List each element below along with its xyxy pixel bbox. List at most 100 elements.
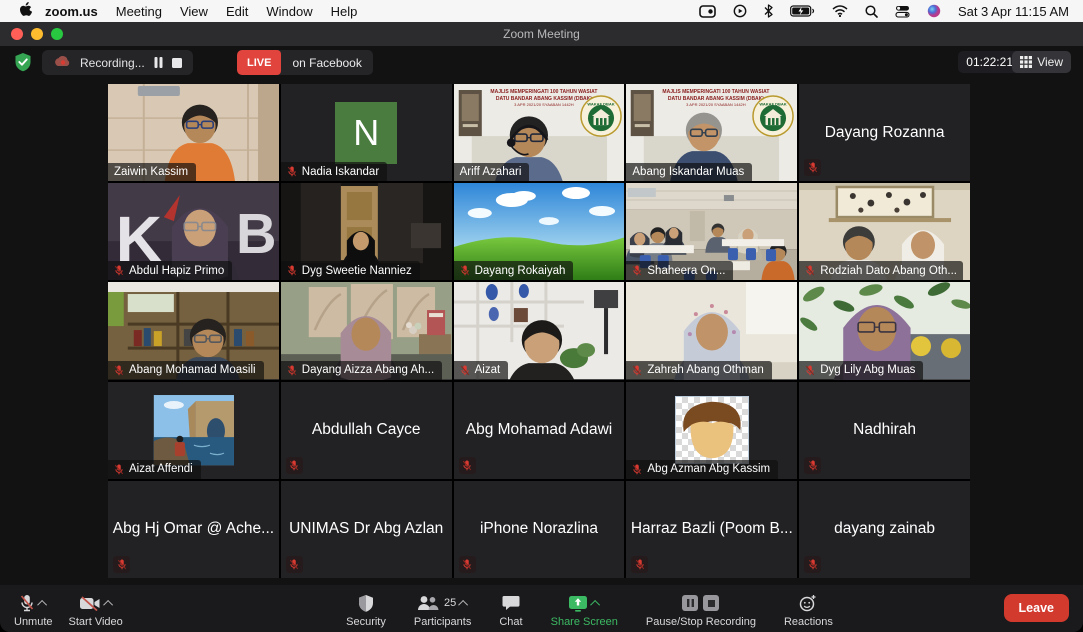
pause-recording-icon[interactable] <box>154 57 163 68</box>
mic-muted-icon <box>114 264 124 277</box>
menu-meeting[interactable]: Meeting <box>107 4 171 19</box>
reactions-button[interactable]: Reactions <box>784 593 833 628</box>
participant-nameplate: Rodziah Dato Abang Oth... <box>799 261 963 280</box>
control-center-icon[interactable] <box>895 5 910 18</box>
participant-name: Abg Hj Omar @ Ache... <box>108 481 279 578</box>
menubar-clock[interactable]: Sat 3 Apr 11:15 AM <box>958 4 1069 19</box>
encryption-shield-icon[interactable] <box>13 52 33 77</box>
menu-zoomus[interactable]: zoom.us <box>36 4 107 19</box>
live-indicator[interactable]: LIVE on Facebook <box>237 50 373 75</box>
view-button[interactable]: View <box>1012 51 1071 73</box>
participant-name: Aizat Affendi <box>129 463 193 475</box>
participants-options-chevron[interactable] <box>458 599 468 609</box>
mic-muted-icon <box>287 264 297 277</box>
participant-nameplate: Dayang Rokaiyah <box>454 261 574 280</box>
unmute-button[interactable]: Unmute <box>14 593 53 628</box>
participant-tile[interactable]: Dayang Rokaiyah <box>454 183 625 280</box>
participant-tile[interactable]: Dyg Lily Abg Muas <box>799 282 970 379</box>
svg-text:3 APR 2021/20 SYAABAN 1442H: 3 APR 2021/20 SYAABAN 1442H <box>687 102 747 107</box>
participant-tile[interactable]: dayang zainab <box>799 481 970 578</box>
svg-text:MAJLIS MEMPERINGATI 100 TAHUN: MAJLIS MEMPERINGATI 100 TAHUN WASIAT <box>490 89 597 95</box>
wifi-icon[interactable] <box>832 5 848 17</box>
svg-text:B: B <box>236 202 277 265</box>
participant-tile[interactable]: Abdullah Cayce <box>281 382 452 479</box>
screen-record-icon[interactable] <box>699 5 716 18</box>
participant-tile[interactable]: Dayang Aizza Abang Ah... <box>281 282 452 379</box>
participant-tile[interactable]: Zahrah Abang Othman <box>626 282 797 379</box>
live-badge: LIVE <box>237 50 281 75</box>
participant-tile[interactable]: Nadhirah <box>799 382 970 479</box>
participant-tile[interactable]: Aizat <box>454 282 625 379</box>
participant-tile[interactable]: Abg Azman Abg Kassim <box>626 382 797 479</box>
pause-recording-control-icon[interactable] <box>682 595 698 611</box>
share-screen-icon <box>568 595 588 612</box>
window-titlebar: Zoom Meeting <box>0 22 1083 46</box>
live-target-label: on Facebook <box>281 56 372 70</box>
zoom-window: Zoom Meeting Recording... LIVE on Facebo… <box>0 22 1083 632</box>
share-screen-button[interactable]: Share Screen <box>551 593 618 628</box>
participant-name: UNIMAS Dr Abg Azlan <box>281 481 452 578</box>
stop-recording-icon[interactable] <box>172 58 182 68</box>
participant-tile[interactable]: Dyg Sweetie Nanniez <box>281 183 452 280</box>
mic-muted-icon <box>804 457 821 474</box>
participant-tile[interactable]: Rodziah Dato Abang Oth... <box>799 183 970 280</box>
participant-name: Abang Iskandar Muas <box>632 166 744 178</box>
siri-icon[interactable] <box>927 4 941 18</box>
mic-muted-icon <box>287 364 297 377</box>
participant-nameplate: Dyg Sweetie Nanniez <box>281 261 420 280</box>
menu-edit[interactable]: Edit <box>217 4 257 19</box>
participant-name: Dayang Rozanna <box>799 84 970 181</box>
chat-button[interactable]: Chat <box>499 593 522 628</box>
airplay-icon[interactable] <box>733 4 747 18</box>
participant-nameplate: Aizat Affendi <box>108 460 201 479</box>
spotlight-icon[interactable] <box>865 5 878 18</box>
participant-tile[interactable]: Dayang Rozanna <box>799 84 970 181</box>
battery-icon[interactable] <box>790 5 815 17</box>
apple-menu-icon[interactable] <box>14 2 36 20</box>
mic-muted-icon <box>287 165 297 178</box>
participant-name: Nadhirah <box>799 382 970 479</box>
security-button[interactable]: Security <box>346 593 386 628</box>
bluetooth-icon[interactable] <box>764 4 773 18</box>
participant-name: Aizat <box>475 364 501 376</box>
pause-stop-recording-button[interactable]: Pause/Stop Recording <box>646 593 756 628</box>
mic-muted-icon <box>804 159 821 176</box>
participant-nameplate: Shaheera On... <box>626 261 733 280</box>
leave-button[interactable]: Leave <box>1004 594 1069 622</box>
menu-help[interactable]: Help <box>322 4 367 19</box>
participant-tile[interactable]: MAJLIS MEMPERINGATI 100 TAHUN WASIAT DAT… <box>454 84 625 181</box>
participant-tile[interactable]: Abg Hj Omar @ Ache... <box>108 481 279 578</box>
participant-tile[interactable]: K B Abdul Hapiz Primo <box>108 183 279 280</box>
participant-name: Dayang Rokaiyah <box>475 265 566 277</box>
stop-recording-control-icon[interactable] <box>703 595 719 611</box>
participant-name: Abdul Hapiz Primo <box>129 265 224 277</box>
share-screen-label: Share Screen <box>551 616 618 628</box>
participant-tile[interactable]: Aizat Affendi <box>108 382 279 479</box>
participant-tile[interactable]: UNIMAS Dr Abg Azlan <box>281 481 452 578</box>
menu-view[interactable]: View <box>171 4 217 19</box>
mic-muted-icon <box>632 264 642 277</box>
mic-muted-icon <box>286 556 303 573</box>
participant-tile[interactable]: Shaheera On... <box>626 183 797 280</box>
participant-tile[interactable]: Zaiwin Kassim <box>108 84 279 181</box>
participant-name: Ariff Azahari <box>460 166 522 178</box>
participant-nameplate: Ariff Azahari <box>454 163 530 181</box>
participants-icon <box>417 595 439 611</box>
macos-menubar: zoom.us Meeting View Edit Window Help Sa… <box>0 0 1083 22</box>
participant-tile[interactable]: Harraz Bazli (Poom B... <box>626 481 797 578</box>
participant-tile[interactable]: NNadia Iskandar <box>281 84 452 181</box>
participants-button[interactable]: 25 Participants <box>414 593 471 628</box>
participant-name: Shaheera On... <box>647 265 725 277</box>
menu-window[interactable]: Window <box>257 4 321 19</box>
participant-tile[interactable]: Abang Mohamad Moasili <box>108 282 279 379</box>
participant-nameplate: Zaiwin Kassim <box>108 163 196 181</box>
participant-tile[interactable]: Abg Mohamad Adawi <box>454 382 625 479</box>
unmute-options-chevron[interactable] <box>37 599 47 609</box>
participant-tile[interactable]: MAJLIS MEMPERINGATI 100 TAHUN WASIAT DAT… <box>626 84 797 181</box>
share-options-chevron[interactable] <box>590 599 600 609</box>
participant-nameplate: Dayang Aizza Abang Ah... <box>281 361 442 380</box>
participant-name: Dyg Lily Abg Muas <box>820 364 915 376</box>
participant-name: Abang Mohamad Moasili <box>129 364 256 376</box>
window-title: Zoom Meeting <box>0 27 1083 41</box>
participant-tile[interactable]: iPhone Norazlina <box>454 481 625 578</box>
